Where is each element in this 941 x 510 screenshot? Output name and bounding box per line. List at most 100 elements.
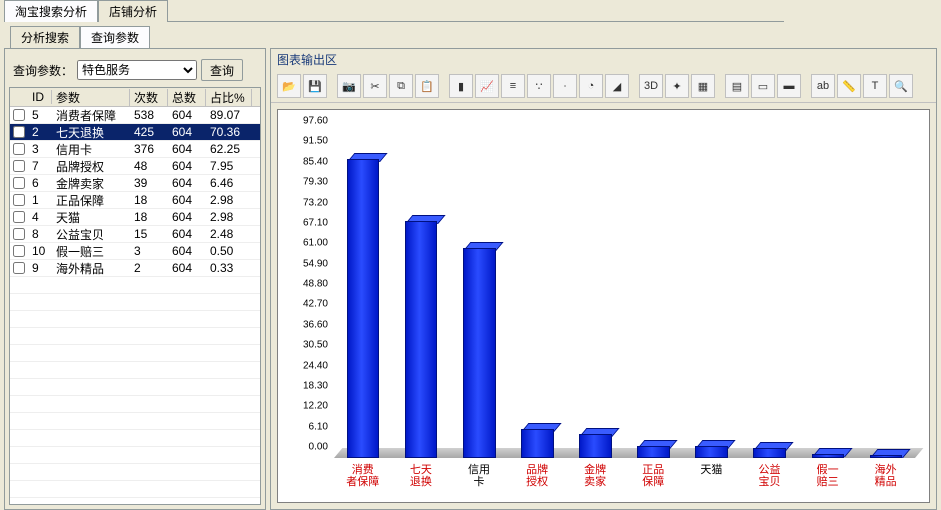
chart-toolbar: 📂💾 📷✂⧉📋 ▮📈≡∵∙◔◢ 3D✦▦ ▤▭▬ ab📏T🔍 (271, 70, 936, 103)
chart-panel: 图表输出区 📂💾📷✂⧉📋▮📈≡∵∙◔◢3D✦▦▤▭▬ab📏T🔍 0.006.10… (270, 48, 937, 510)
table-row[interactable]: 6金牌卖家396046.46 (10, 175, 260, 192)
bar (637, 448, 670, 458)
table-row[interactable]: 10假一赔三36040.50 (10, 243, 260, 260)
3d-icon[interactable]: 3D (639, 74, 663, 98)
y-tick-label: 97.60 (286, 116, 334, 127)
cell-total: 604 (168, 227, 206, 241)
y-tick-label: 54.90 (286, 258, 334, 269)
cell-id: 5 (28, 108, 52, 122)
bar (753, 450, 786, 458)
text-tool-icon[interactable]: T (863, 74, 887, 98)
col-param[interactable]: 参数 (52, 89, 130, 106)
cell-pct: 70.36 (206, 125, 252, 139)
chart-line-icon[interactable]: 📈 (475, 74, 499, 98)
row-checkbox[interactable] (13, 109, 25, 121)
row-checkbox[interactable] (13, 228, 25, 240)
row-checkbox[interactable] (13, 194, 25, 206)
row-checkbox[interactable] (13, 143, 25, 155)
cell-param: 信用卡 (52, 141, 130, 158)
y-tick-label: 85.40 (286, 156, 334, 167)
tab-shop-analysis[interactable]: 店铺分析 (98, 0, 168, 22)
x-tick-label: 正品保障 (622, 458, 684, 488)
cut-icon[interactable]: ✂ (363, 74, 387, 98)
cell-total: 604 (168, 193, 206, 207)
col-count[interactable]: 次数 (130, 89, 168, 106)
x-tick-label: 公益宝贝 (738, 458, 800, 488)
zoom-icon[interactable]: 🔍 (889, 74, 913, 98)
cell-param: 七天退换 (52, 124, 130, 141)
cell-pct: 6.46 (206, 176, 252, 190)
cell-count: 376 (130, 142, 168, 156)
open-icon[interactable]: 📂 (277, 74, 301, 98)
chart-panel-title: 图表输出区 (271, 49, 936, 70)
col-id[interactable]: ID (28, 90, 52, 104)
y-tick-label: 12.20 (286, 401, 334, 412)
chart-bar-icon[interactable]: ▮ (449, 74, 473, 98)
chart-scatter-icon[interactable]: ∵ (527, 74, 551, 98)
cell-param: 消费者保障 (52, 107, 130, 124)
cell-id: 1 (28, 193, 52, 207)
cell-count: 3 (130, 244, 168, 258)
cell-param: 海外精品 (52, 260, 130, 277)
chart-area-icon[interactable]: ◢ (605, 74, 629, 98)
row-checkbox[interactable] (13, 262, 25, 274)
cell-param: 公益宝贝 (52, 226, 130, 243)
table-row[interactable]: 3信用卡37660462.25 (10, 141, 260, 158)
table-row[interactable]: 8公益宝贝156042.48 (10, 226, 260, 243)
row-checkbox[interactable] (13, 177, 25, 189)
paste-icon[interactable]: 📋 (415, 74, 439, 98)
cell-id: 6 (28, 176, 52, 190)
y-tick-label: 61.00 (286, 238, 334, 249)
y-tick-label: 79.30 (286, 177, 334, 188)
left-panel: 查询参数： 特色服务 查询 ID 参数 次数 总数 占比% 5消费者保障5386… (4, 48, 266, 510)
tab-analyze-search[interactable]: 分析搜索 (10, 26, 80, 48)
save-icon[interactable]: 💾 (303, 74, 327, 98)
table-row[interactable]: 1正品保障186042.98 (10, 192, 260, 209)
chart-dots-icon[interactable]: ∙ (553, 74, 577, 98)
cell-pct: 2.98 (206, 193, 252, 207)
tab-query-params[interactable]: 查询参数 (80, 26, 150, 48)
table-row[interactable]: 5消费者保障53860489.07 (10, 107, 260, 124)
cell-pct: 0.33 (206, 261, 252, 275)
y-tick-label: 18.30 (286, 380, 334, 391)
bar (347, 161, 380, 459)
row-checkbox[interactable] (13, 126, 25, 138)
row-checkbox[interactable] (13, 211, 25, 223)
camera-icon[interactable]: 📷 (337, 74, 361, 98)
table-row[interactable]: 7品牌授权486047.95 (10, 158, 260, 175)
table-row[interactable]: 9海外精品26040.33 (10, 260, 260, 277)
rect-icon[interactable]: ▭ (751, 74, 775, 98)
cell-count: 18 (130, 210, 168, 224)
cell-total: 604 (168, 142, 206, 156)
chart-hbar-icon[interactable]: ≡ (501, 74, 525, 98)
row-checkbox[interactable] (13, 245, 25, 257)
bar (521, 431, 554, 458)
cell-id: 10 (28, 244, 52, 258)
table-row[interactable]: 4天猫186042.98 (10, 209, 260, 226)
axes-icon[interactable]: ✦ (665, 74, 689, 98)
grid-icon[interactable]: ▦ (691, 74, 715, 98)
cell-pct: 62.25 (206, 142, 252, 156)
ruler-icon[interactable]: 📏 (837, 74, 861, 98)
cell-id: 9 (28, 261, 52, 275)
row-checkbox[interactable] (13, 160, 25, 172)
y-tick-label: 24.40 (286, 360, 334, 371)
fill-icon[interactable]: ▬ (777, 74, 801, 98)
query-button[interactable]: 查询 (201, 59, 243, 81)
param-combo[interactable]: 特色服务 (77, 60, 197, 80)
ab-icon[interactable]: ab (811, 74, 835, 98)
cell-id: 4 (28, 210, 52, 224)
cell-total: 604 (168, 125, 206, 139)
copy-icon[interactable]: ⧉ (389, 74, 413, 98)
x-tick-label: 信用卡 (448, 458, 510, 488)
tab-taobao-search-analysis[interactable]: 淘宝搜索分析 (4, 0, 98, 22)
cell-id: 7 (28, 159, 52, 173)
col-total[interactable]: 总数 (168, 89, 206, 106)
col-pct[interactable]: 占比% (206, 89, 252, 106)
cell-param: 金牌卖家 (52, 175, 130, 192)
table-row[interactable]: 2七天退换42560470.36 (10, 124, 260, 141)
page-icon[interactable]: ▤ (725, 74, 749, 98)
cell-param: 品牌授权 (52, 158, 130, 175)
chart-pie-icon[interactable]: ◔ (579, 74, 603, 98)
x-tick-label: 消费者保障 (332, 458, 394, 488)
